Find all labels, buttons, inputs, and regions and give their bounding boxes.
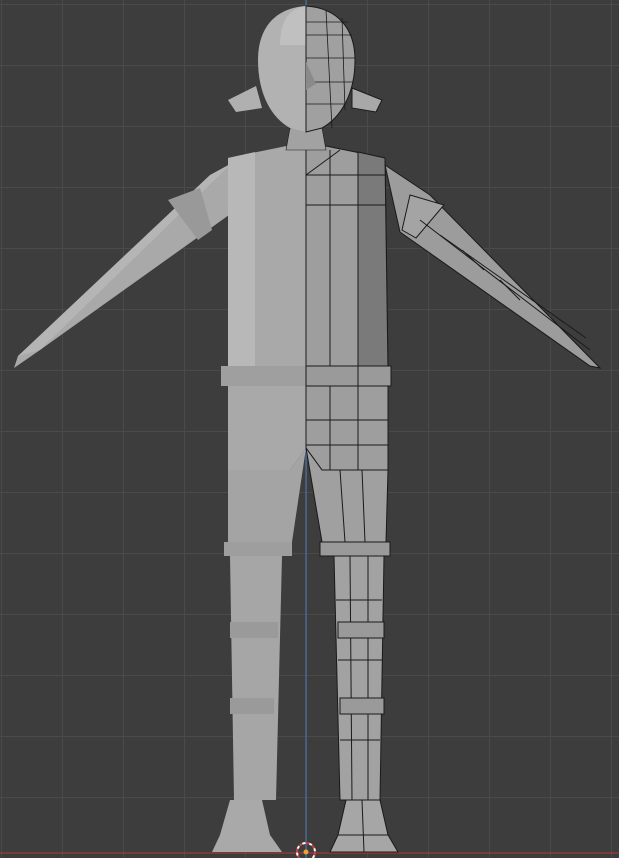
- belt-left: [221, 366, 306, 386]
- right-hair-bun: [351, 87, 383, 113]
- left-shin-band-2: [230, 698, 274, 714]
- left-shin: [230, 556, 282, 800]
- right-knee-band: [319, 541, 391, 557]
- hip-left: [228, 386, 306, 470]
- right-shin-band-1: [337, 621, 385, 639]
- model-right-half: [305, 87, 602, 853]
- left-hair-bun: [228, 86, 262, 112]
- right-shin-band-2: [339, 697, 385, 715]
- torso-right-shadow: [357, 151, 389, 371]
- left-foot: [212, 800, 282, 852]
- model-left-half: [14, 86, 306, 852]
- right-shin: [333, 555, 385, 801]
- left-shin-band-1: [230, 622, 278, 638]
- 3d-viewport[interactable]: [0, 0, 619, 858]
- head: [258, 5, 356, 133]
- left-knee-band: [224, 542, 292, 556]
- character-model[interactable]: [14, 5, 602, 853]
- head-right: [305, 5, 356, 133]
- belt-right: [305, 365, 392, 387]
- scene[interactable]: [0, 0, 619, 858]
- hip-right: [305, 385, 389, 471]
- torso-left-light: [228, 152, 255, 370]
- right-arm: [384, 163, 602, 369]
